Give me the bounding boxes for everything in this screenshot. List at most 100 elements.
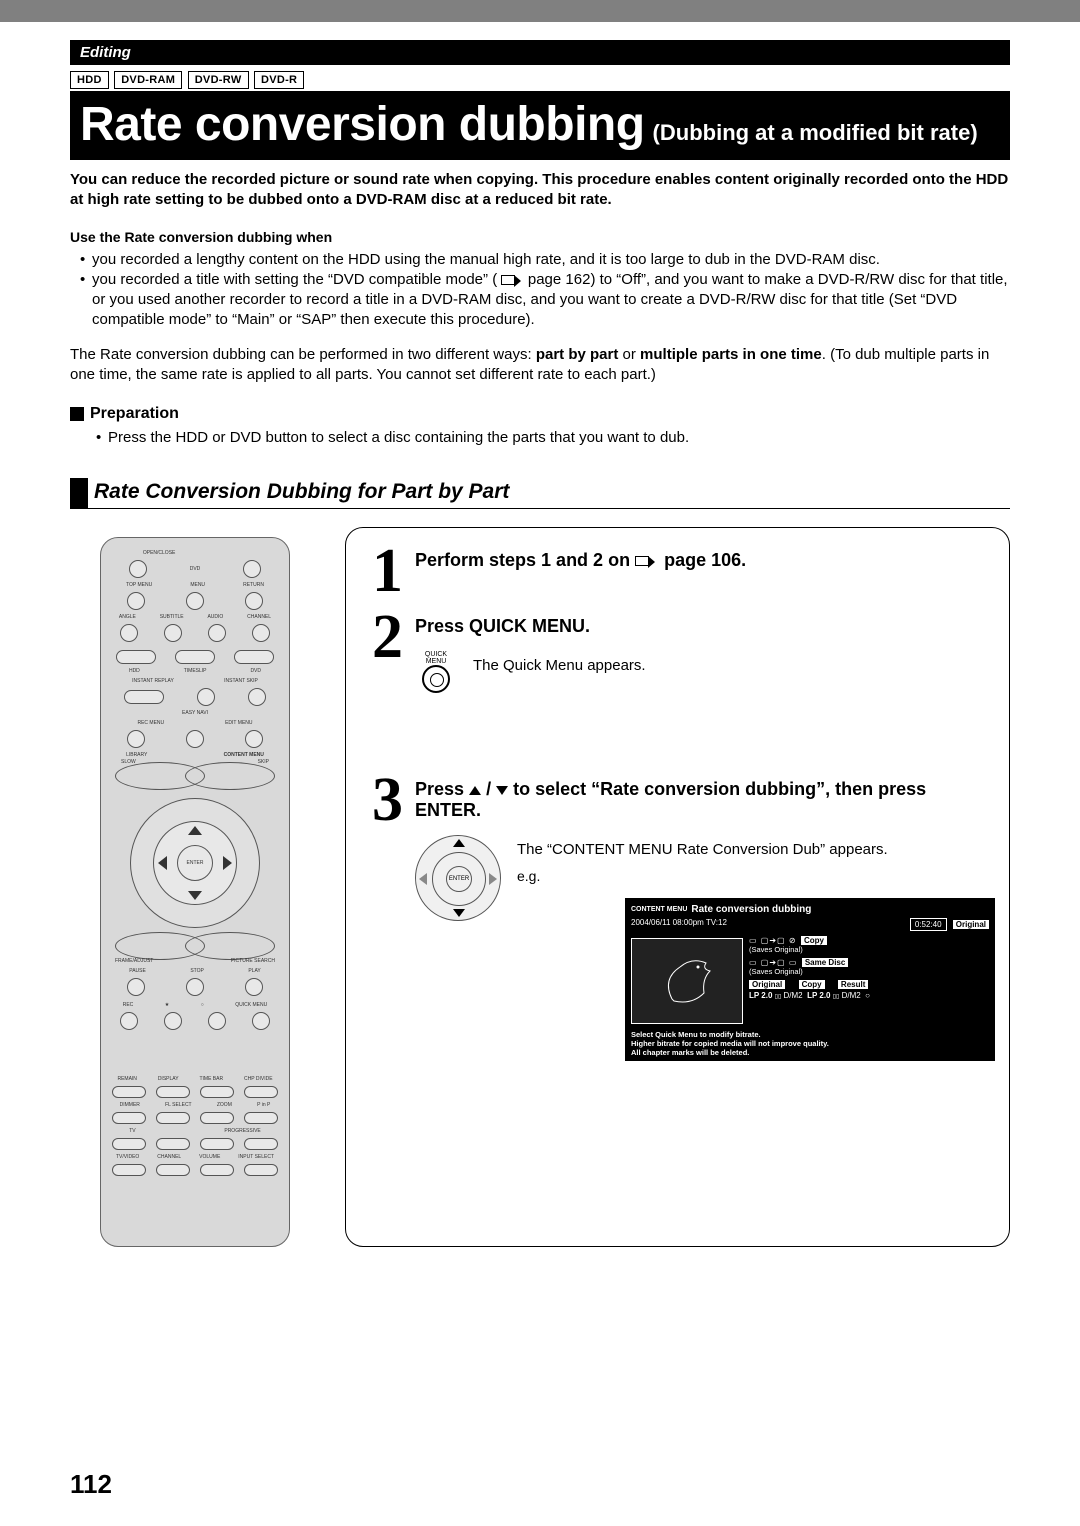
osd-footer-1: Select Quick Menu to modify bitrate. <box>631 1030 989 1039</box>
quick-menu-button-illustration: QUICK MENU <box>415 651 457 693</box>
remote-label: VOLUME <box>199 1154 220 1160</box>
down-icon <box>156 1164 190 1176</box>
bullet-text: you recorded a title with setting the “D… <box>92 270 1010 331</box>
shuttle-arc: SLOW SKIP <box>115 762 275 790</box>
remote-label: CHP DIVIDE <box>244 1076 273 1082</box>
quickmenu-circle-icon <box>422 665 450 693</box>
note-b: part by part <box>536 346 619 363</box>
remote-label: HDD <box>129 668 140 674</box>
osd-dm2-1: D/M2 <box>784 991 803 1000</box>
remote-label: AUDIO <box>207 614 223 620</box>
osd-lp-2: LP 2.0 <box>807 991 830 1000</box>
osd-date: 2004/06/11 08:00pm TV:12 <box>631 918 727 931</box>
subsection-accent <box>70 478 88 508</box>
remote-btn <box>175 650 215 664</box>
step-2-title: Press QUICK MENU. <box>415 616 995 637</box>
osd-time: 0:52:40 <box>910 918 947 931</box>
step-number: 1 <box>360 544 415 600</box>
remote-label: DISPLAY <box>158 1076 179 1082</box>
remote-label: INSTANT SKIP <box>224 678 258 684</box>
remote-label: REC <box>123 1002 134 1008</box>
remote-btn <box>186 592 204 610</box>
remote-label: MENU <box>190 582 205 588</box>
remote-label: ZOOM <box>217 1102 232 1108</box>
remote-btn <box>208 624 226 642</box>
bullet-item: • you recorded a title with setting the … <box>80 270 1010 331</box>
remote-btn <box>127 730 145 748</box>
power-icon <box>243 560 261 578</box>
remote-label: RETURN <box>243 582 264 588</box>
picture-arc-icon <box>185 932 275 960</box>
down-icon <box>252 624 270 642</box>
play-icon <box>245 978 263 996</box>
note-paragraph: The Rate conversion dubbing can be perfo… <box>70 345 1010 386</box>
remote-btn <box>234 650 274 664</box>
osd-footer-3: All chapter marks will be deleted. <box>631 1048 989 1057</box>
bullet-text-a: you recorded a title with setting the “D… <box>92 271 497 288</box>
remote-btn <box>112 1164 146 1176</box>
remote-btn <box>112 1086 146 1098</box>
remote-label: REMAIN <box>117 1076 136 1082</box>
remote-label: DVD <box>190 566 201 572</box>
arrow-down-icon <box>188 891 202 900</box>
bullet-dot: • <box>96 429 108 446</box>
remote-btn <box>208 1012 226 1030</box>
media-tag-dvdram: DVD-RAM <box>114 71 182 89</box>
quickmenu-label: QUICK MENU <box>415 651 457 665</box>
remote-btn <box>127 592 145 610</box>
remote-label: DIMMER <box>120 1102 140 1108</box>
step-1-text-b: page 106. <box>664 550 746 570</box>
media-tag-dvdr: DVD-R <box>254 71 304 89</box>
use-when-bullets: • you recorded a lengthy content on the … <box>70 245 1010 331</box>
remote-btn <box>116 650 156 664</box>
remote-label: FL SELECT <box>165 1102 192 1108</box>
step-2-desc: The Quick Menu appears. <box>473 657 646 674</box>
arrow-right-icon <box>223 856 232 870</box>
step-3-title: Press / to select “Rate conversion dubbi… <box>415 779 995 821</box>
preparation-bullet: • Press the HDD or DVD button to select … <box>70 423 1010 446</box>
page-number: 112 <box>70 1469 112 1500</box>
arrow-left-icon <box>158 856 167 870</box>
remote-label: TIME BAR <box>199 1076 223 1082</box>
dpad-enter-label: ENTER <box>446 866 472 892</box>
square-bullet-icon <box>70 407 84 421</box>
remote-label: CHANNEL <box>247 614 271 620</box>
subsection-title: Rate Conversion Dubbing for Part by Part <box>94 478 509 508</box>
step-1: 1 Perform steps 1 and 2 on page 106. <box>360 544 995 600</box>
bullet-item: • you recorded a lengthy content on the … <box>80 250 1010 270</box>
page-title: Rate conversion dubbing <box>80 97 645 152</box>
use-when-heading: Use the Rate conversion dubbing when <box>70 229 1010 245</box>
plus-icon <box>200 1138 234 1150</box>
page-ref-icon <box>501 275 515 285</box>
media-tag-dvdrw: DVD-RW <box>188 71 249 89</box>
remote-btn <box>124 690 164 704</box>
remote-btn <box>112 1112 146 1124</box>
remote-btn <box>197 688 215 706</box>
remote-label: OPEN/CLOSE <box>143 550 176 556</box>
osd-saves-1: (Saves Original) <box>749 945 989 954</box>
minus-icon <box>200 1164 234 1176</box>
remote-label: SKIP <box>258 759 269 765</box>
title-bar: Rate conversion dubbing (Dubbing at a mo… <box>70 91 1010 160</box>
shuttle-arc-bottom: FRAME/ADJUST PICTURE SEARCH <box>115 932 275 960</box>
remote-btn <box>244 1138 278 1150</box>
dpad-enter: ENTER <box>177 845 213 881</box>
note-d: multiple parts in one time <box>640 346 822 363</box>
arrow-up-icon <box>469 786 481 795</box>
dpad: ENTER <box>130 798 260 928</box>
remote-label: PICTURE SEARCH <box>231 958 275 964</box>
step-number: 3 <box>360 773 415 921</box>
arrow-left-icon <box>419 873 427 885</box>
osd-title: Rate conversion dubbing <box>691 904 811 915</box>
pause-icon <box>127 978 145 996</box>
remote-label: INPUT SELECT <box>238 1154 274 1160</box>
remote-label: TOP MENU <box>126 582 152 588</box>
note-a: The Rate conversion dubbing can be perfo… <box>70 346 536 363</box>
remote-label: PLAY <box>248 968 260 974</box>
remote-label: PROGRESSIVE <box>224 1128 260 1134</box>
top-grey-bar <box>0 0 1080 22</box>
remote-label: REC MENU <box>137 720 164 726</box>
remote-btn <box>120 624 138 642</box>
arrow-down-icon <box>496 786 508 795</box>
page-ref-icon <box>635 556 649 566</box>
